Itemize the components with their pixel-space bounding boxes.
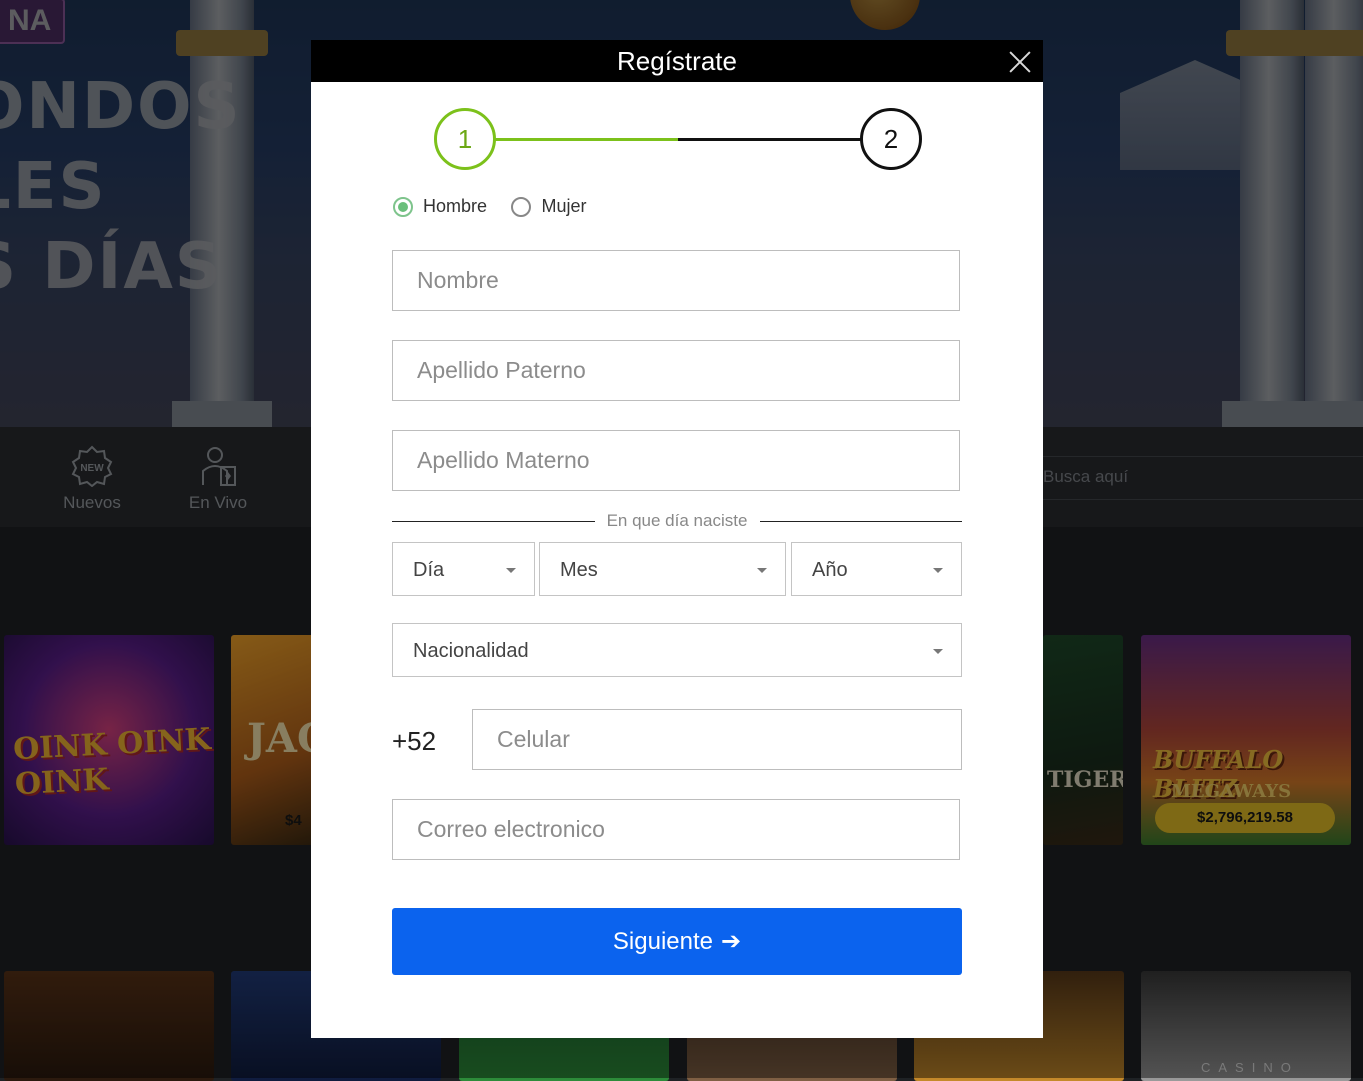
close-icon[interactable] [1007, 49, 1033, 75]
siguiente-label: Siguiente [612, 928, 713, 955]
phone-prefix: +52 [392, 726, 437, 756]
year-select-value: Año [812, 559, 848, 581]
caret-down-icon [506, 568, 516, 573]
celular-input[interactable] [473, 710, 961, 769]
step-remaining-line [678, 138, 863, 141]
caret-down-icon [933, 568, 943, 573]
siguiente-button[interactable]: Siguiente ➔ [392, 908, 962, 975]
gender-option-mujer[interactable]: Mujer [511, 196, 587, 217]
radio-unselected-icon[interactable] [511, 196, 532, 217]
month-select-value: Mes [560, 559, 598, 581]
apellido-paterno-input[interactable] [393, 341, 959, 400]
nombre-field [392, 250, 960, 311]
nombre-input[interactable] [393, 251, 959, 310]
step-progress-line [491, 138, 678, 141]
step-1-circle: 1 [434, 108, 496, 170]
email-input[interactable] [393, 800, 959, 859]
nationality-select[interactable]: Nacionalidad [392, 623, 962, 677]
celular-field [472, 709, 962, 770]
caret-down-icon [933, 649, 943, 654]
birthdate-divider: En que día naciste [392, 510, 962, 532]
gender-label: Hombre [423, 196, 488, 216]
apellido-materno-input[interactable] [393, 431, 959, 490]
nationality-select-value: Nacionalidad [413, 640, 529, 662]
step-2-circle: 2 [860, 108, 922, 170]
step-indicator: 1 2 [311, 108, 1043, 170]
day-select-value: Día [413, 559, 445, 581]
apellido-materno-field [392, 430, 960, 491]
modal-title: Regístrate [617, 46, 737, 76]
correo-field [392, 799, 960, 860]
register-modal: Regístrate 1 2 Hombre Mujer En que día n… [311, 40, 1043, 1038]
modal-header: Regístrate [311, 40, 1043, 82]
caret-down-icon [757, 568, 767, 573]
arrow-right-icon: ➔ [720, 927, 742, 955]
gender-label: Mujer [541, 196, 587, 216]
year-select[interactable]: Año [791, 542, 962, 596]
month-select[interactable]: Mes [539, 542, 786, 596]
radio-selected-icon[interactable] [393, 196, 413, 217]
gender-option-hombre[interactable]: Hombre [393, 196, 487, 217]
day-select[interactable]: Día [392, 542, 535, 596]
gender-radio-group: Hombre Mujer [393, 196, 607, 220]
apellido-paterno-field [392, 340, 960, 401]
